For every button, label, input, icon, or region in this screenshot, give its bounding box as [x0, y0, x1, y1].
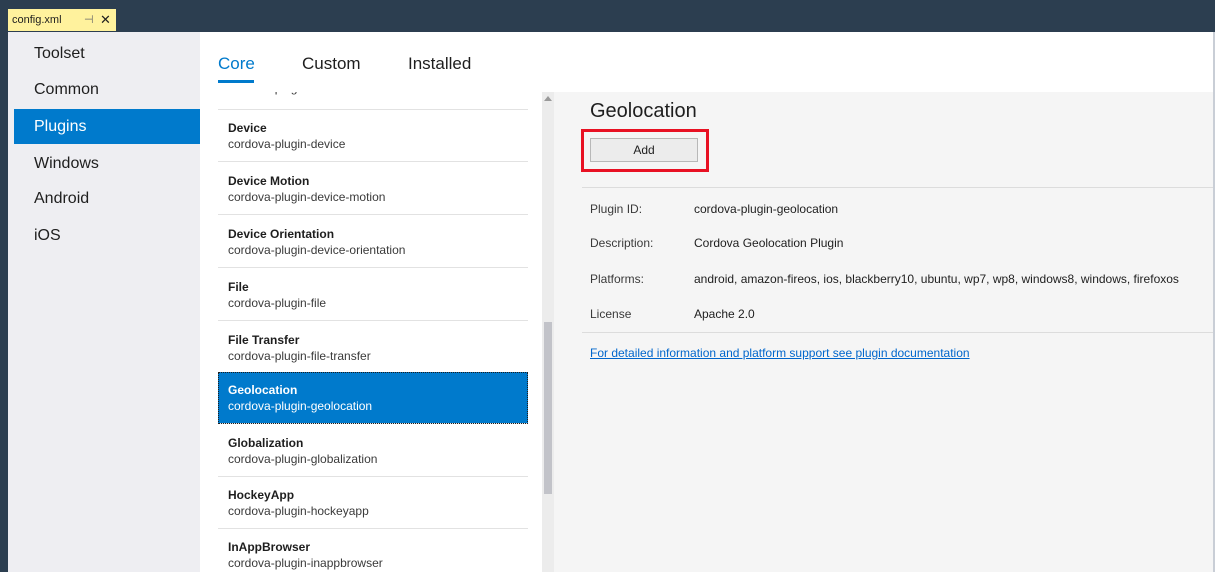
- plugin-name: File Transfer: [228, 333, 300, 347]
- close-icon[interactable]: ✕: [100, 9, 111, 31]
- plugin-title: Geolocation: [590, 100, 697, 122]
- tab-core[interactable]: Core: [218, 54, 255, 83]
- list-item[interactable]: Device Motion cordova-plugin-device-moti…: [218, 163, 528, 215]
- active-tab-indicator: [218, 80, 254, 83]
- list-item[interactable]: File Transfer cordova-plugin-file-transf…: [218, 322, 528, 374]
- divider: [582, 332, 1213, 333]
- list-item[interactable]: Device Orientation cordova-plugin-device…: [218, 216, 528, 268]
- plugin-id: cordova-plugin-device-motion: [228, 190, 386, 204]
- divider: [582, 187, 1213, 188]
- scrollbar-thumb[interactable]: [544, 322, 552, 494]
- main-content: Core Custom Installed cordova-plugin-cro…: [200, 32, 1213, 572]
- plugin-list-scrollbar[interactable]: [542, 92, 554, 572]
- list-item[interactable]: HockeyApp cordova-plugin-hockeyapp: [218, 477, 528, 529]
- scroll-up-arrow-icon[interactable]: [544, 96, 552, 101]
- plugin-id: cordova-plugin-crosswalk-webview: [228, 92, 528, 96]
- plugin-list[interactable]: cordova-plugin-crosswalk-webview Device …: [218, 92, 536, 572]
- plugin-id: cordova-plugin-inappbrowser: [228, 556, 383, 570]
- plugin-id: cordova-plugin-device-orientation: [228, 243, 406, 257]
- property-label: License: [590, 307, 632, 321]
- plugin-name: File: [228, 280, 249, 294]
- nav-item-windows[interactable]: Windows: [14, 146, 200, 181]
- tab-custom[interactable]: Custom: [302, 54, 361, 74]
- pin-icon[interactable]: ⊣: [84, 9, 94, 31]
- list-item[interactable]: InAppBrowser cordova-plugin-inappbrowser: [218, 529, 528, 572]
- property-value: android, amazon-fireos, ios, blackberry1…: [694, 272, 1179, 286]
- category-nav: Toolset Common Plugins Windows Android i…: [8, 32, 200, 572]
- plugin-name: Device: [228, 121, 267, 135]
- plugin-documentation-link[interactable]: For detailed information and platform su…: [590, 346, 970, 360]
- list-item[interactable]: Device cordova-plugin-device: [218, 110, 528, 162]
- nav-item-ios[interactable]: iOS: [14, 218, 200, 253]
- nav-item-common[interactable]: Common: [14, 72, 200, 107]
- list-item[interactable]: File cordova-plugin-file: [218, 269, 528, 321]
- property-label: Platforms:: [590, 272, 645, 286]
- nav-item-android[interactable]: Android: [14, 181, 200, 216]
- plugin-id: cordova-plugin-file: [228, 296, 327, 310]
- tab-installed[interactable]: Installed: [408, 54, 471, 74]
- plugin-id: cordova-plugin-device: [228, 137, 346, 151]
- property-value: Cordova Geolocation Plugin: [694, 236, 844, 250]
- list-item[interactable]: cordova-plugin-crosswalk-webview: [218, 92, 528, 110]
- window-frame-left: [0, 32, 8, 572]
- list-item-selected[interactable]: Geolocation cordova-plugin-geolocation: [218, 372, 528, 424]
- plugin-name: Device Orientation: [228, 227, 335, 241]
- document-tab-strip: config.xml ⊣ ✕: [0, 0, 1215, 32]
- plugin-id: cordova-plugin-hockeyapp: [228, 504, 369, 518]
- property-label: Plugin ID:: [590, 202, 643, 216]
- nav-item-plugins[interactable]: Plugins: [14, 109, 200, 144]
- plugin-id: cordova-plugin-geolocation: [228, 399, 373, 413]
- plugin-name: HockeyApp: [228, 488, 295, 502]
- plugin-id: cordova-plugin-file-transfer: [228, 349, 371, 363]
- document-tab-filename: config.xml: [12, 14, 62, 26]
- plugin-id: cordova-plugin-globalization: [228, 452, 378, 466]
- nav-item-toolset[interactable]: Toolset: [14, 36, 200, 71]
- document-tab-config-xml[interactable]: config.xml ⊣ ✕: [8, 9, 116, 31]
- tab-core-label: Core: [218, 54, 255, 73]
- list-item[interactable]: Globalization cordova-plugin-globalizati…: [218, 425, 528, 477]
- property-value: cordova-plugin-geolocation: [694, 202, 839, 216]
- property-value: Apache 2.0: [694, 307, 755, 321]
- add-button[interactable]: Add: [590, 138, 698, 162]
- plugin-name: Geolocation: [228, 383, 298, 397]
- plugin-name: InAppBrowser: [228, 540, 311, 554]
- property-label: Description:: [590, 236, 654, 250]
- plugin-name: Globalization: [228, 436, 304, 450]
- plugin-details-pane: Geolocation Add Plugin ID: cordova-plugi…: [554, 92, 1213, 572]
- plugin-name: Device Motion: [228, 174, 310, 188]
